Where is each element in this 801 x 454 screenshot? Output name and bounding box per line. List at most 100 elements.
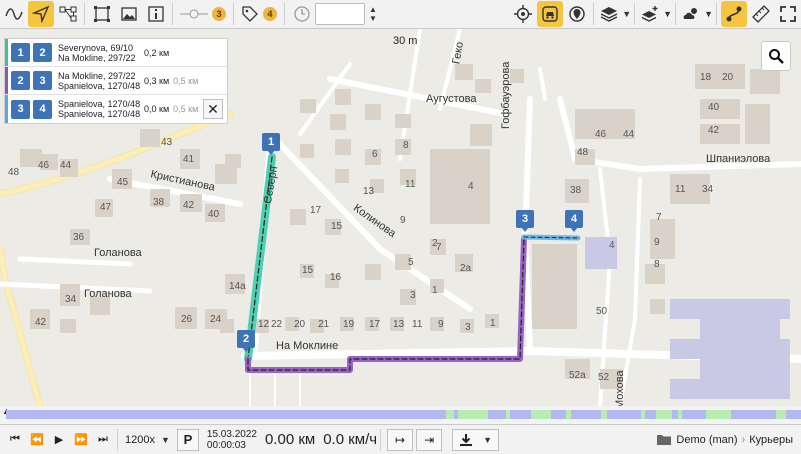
chevron-down-icon[interactable]: ▼ xyxy=(704,9,713,19)
time-input[interactable] xyxy=(315,3,365,25)
ruler-icon[interactable] xyxy=(748,1,774,27)
rewind-icon[interactable]: ⏪ xyxy=(26,429,48,451)
folder-icon xyxy=(657,435,672,445)
vehicle-icon[interactable] xyxy=(537,1,564,27)
node-graph-icon[interactable] xyxy=(55,1,81,27)
crosshair-icon[interactable] xyxy=(510,1,536,27)
segment-from: Spanielova, 1270/48 xyxy=(58,99,140,109)
geofence-icon xyxy=(180,9,208,19)
house-number: 11 xyxy=(412,319,423,330)
time-stepper[interactable]: ▲ ▼ xyxy=(365,1,381,27)
pin-icon[interactable] xyxy=(564,1,590,27)
house-number: 42 xyxy=(35,317,47,328)
segment-end-badge: 2 xyxy=(33,43,52,62)
fast-forward-icon[interactable]: ⏩ xyxy=(70,429,92,451)
house-number: 43 xyxy=(161,137,173,148)
house-number: 14a xyxy=(229,281,246,292)
house-number: 8 xyxy=(654,259,660,270)
weather-icon[interactable] xyxy=(680,1,702,27)
segment-addresses: Severynova, 69/10 Na Mokline, 297/22 xyxy=(58,43,140,63)
fullscreen-icon[interactable] xyxy=(775,1,801,27)
house-number: 13 xyxy=(393,319,405,330)
house-number: 45 xyxy=(117,177,129,188)
map-search-button[interactable] xyxy=(761,41,791,71)
house-number: 50 xyxy=(596,306,608,317)
segment-row[interactable]: 2 3 Na Mokline, 297/22 Spanielova, 1270/… xyxy=(5,67,227,95)
house-number: 21 xyxy=(318,319,330,330)
timeline-segment xyxy=(678,410,682,419)
tags-button[interactable]: 4 xyxy=(237,1,281,27)
house-number: 46 xyxy=(595,129,607,140)
house-number: 9 xyxy=(400,215,406,226)
timeline-segment xyxy=(458,410,488,419)
route-marker-1[interactable]: 1 xyxy=(262,133,280,155)
play-icon[interactable]: ▶ xyxy=(48,429,70,451)
house-number: 15 xyxy=(302,265,314,276)
chevron-down-icon[interactable]: ▼ xyxy=(663,9,672,19)
image-icon[interactable] xyxy=(116,1,142,27)
route-marker-2[interactable]: 2 xyxy=(237,330,255,352)
timeline-segment xyxy=(641,410,645,419)
track-timeline[interactable]: ▲ xyxy=(0,406,801,424)
street-label: На Моклине xyxy=(276,340,339,352)
navigate-icon[interactable] xyxy=(28,1,54,27)
skip-to-start-icon[interactable]: ⏮ xyxy=(4,429,26,451)
jump-to-end-icon[interactable]: ⇥ xyxy=(416,428,443,451)
jump-next-icon[interactable]: ↦ xyxy=(387,428,414,451)
speed-value: 1200x xyxy=(125,433,155,446)
chevron-down-icon[interactable]: ▼ xyxy=(622,9,631,19)
map-view[interactable]: Аугустова Кристианова Колинова Голанова … xyxy=(0,29,801,406)
route-marker-4[interactable]: 4 xyxy=(565,210,583,232)
playback-bar: ⏮ ⏪ ▶ ⏩ ⏭ 1200x ▼ P 15.03.2022 00:00:03 … xyxy=(0,424,801,454)
toolbar-divider xyxy=(117,428,118,451)
tags-count-badge: 4 xyxy=(263,7,277,21)
chevron-down-icon: ▼ xyxy=(160,434,170,445)
street-label: Аугустова xyxy=(426,93,477,105)
route-icon[interactable] xyxy=(721,1,747,27)
segment-start-badge: 3 xyxy=(11,99,30,119)
house-number: 6 xyxy=(372,149,378,160)
skip-to-end-icon[interactable]: ⏭ xyxy=(92,429,114,451)
house-number: 3 xyxy=(465,322,471,333)
segment-color-bar xyxy=(5,67,8,94)
timeline-segment xyxy=(506,410,510,419)
house-number: 36 xyxy=(73,232,85,243)
segment-distance: 0,3 км xyxy=(144,75,170,86)
segment-row[interactable]: 1 2 Severynova, 69/10 Na Mokline, 297/22… xyxy=(5,39,227,67)
add-layer-icon[interactable] xyxy=(639,1,661,27)
house-number: 24 xyxy=(210,314,222,325)
house-number: 11 xyxy=(405,179,416,190)
house-number: 17 xyxy=(369,319,381,330)
house-number: 8 xyxy=(403,140,409,151)
house-number: 34 xyxy=(65,294,77,305)
frame-icon[interactable] xyxy=(89,1,115,27)
segment-color-bar xyxy=(5,39,8,66)
curve-icon[interactable] xyxy=(1,1,27,27)
segment-color-bar xyxy=(5,95,8,123)
geofences-button[interactable]: 3 xyxy=(176,1,230,27)
route-marker-3[interactable]: 3 xyxy=(516,210,534,232)
timeline-segment xyxy=(531,410,551,419)
segment-from: Severynova, 69/10 xyxy=(58,42,134,53)
segment-addresses: Na Mokline, 297/22 Spanielova, 1270/48 xyxy=(58,71,140,91)
close-icon[interactable]: ✕ xyxy=(203,99,223,119)
segment-row[interactable]: 3 4 Spanielova, 1270/48 Spanielova, 1270… xyxy=(5,95,227,123)
map-scale: 30 m xyxy=(393,35,418,47)
folder-breadcrumb[interactable]: Demo (man) › Курьеры xyxy=(656,433,793,446)
info-icon[interactable] xyxy=(143,1,169,27)
stepper-up-icon[interactable]: ▲ xyxy=(369,5,377,14)
tag-icon xyxy=(242,6,258,22)
segment-alt-distance: 0,5 км xyxy=(173,104,199,114)
playback-speed-select[interactable]: 1200x ▼ xyxy=(121,429,174,451)
house-number: 20 xyxy=(722,72,734,83)
layers-icon[interactable] xyxy=(598,1,620,27)
p-button[interactable]: P xyxy=(176,428,199,451)
download-button[interactable]: ▼ xyxy=(452,428,500,451)
house-number: 16 xyxy=(330,272,342,283)
house-number: 19 xyxy=(343,319,355,330)
timeline-track[interactable] xyxy=(6,410,801,419)
house-number: 46 xyxy=(38,160,50,171)
stepper-down-icon[interactable]: ▼ xyxy=(369,14,377,23)
house-number: 1 xyxy=(432,285,438,296)
house-number: 44 xyxy=(60,160,72,171)
